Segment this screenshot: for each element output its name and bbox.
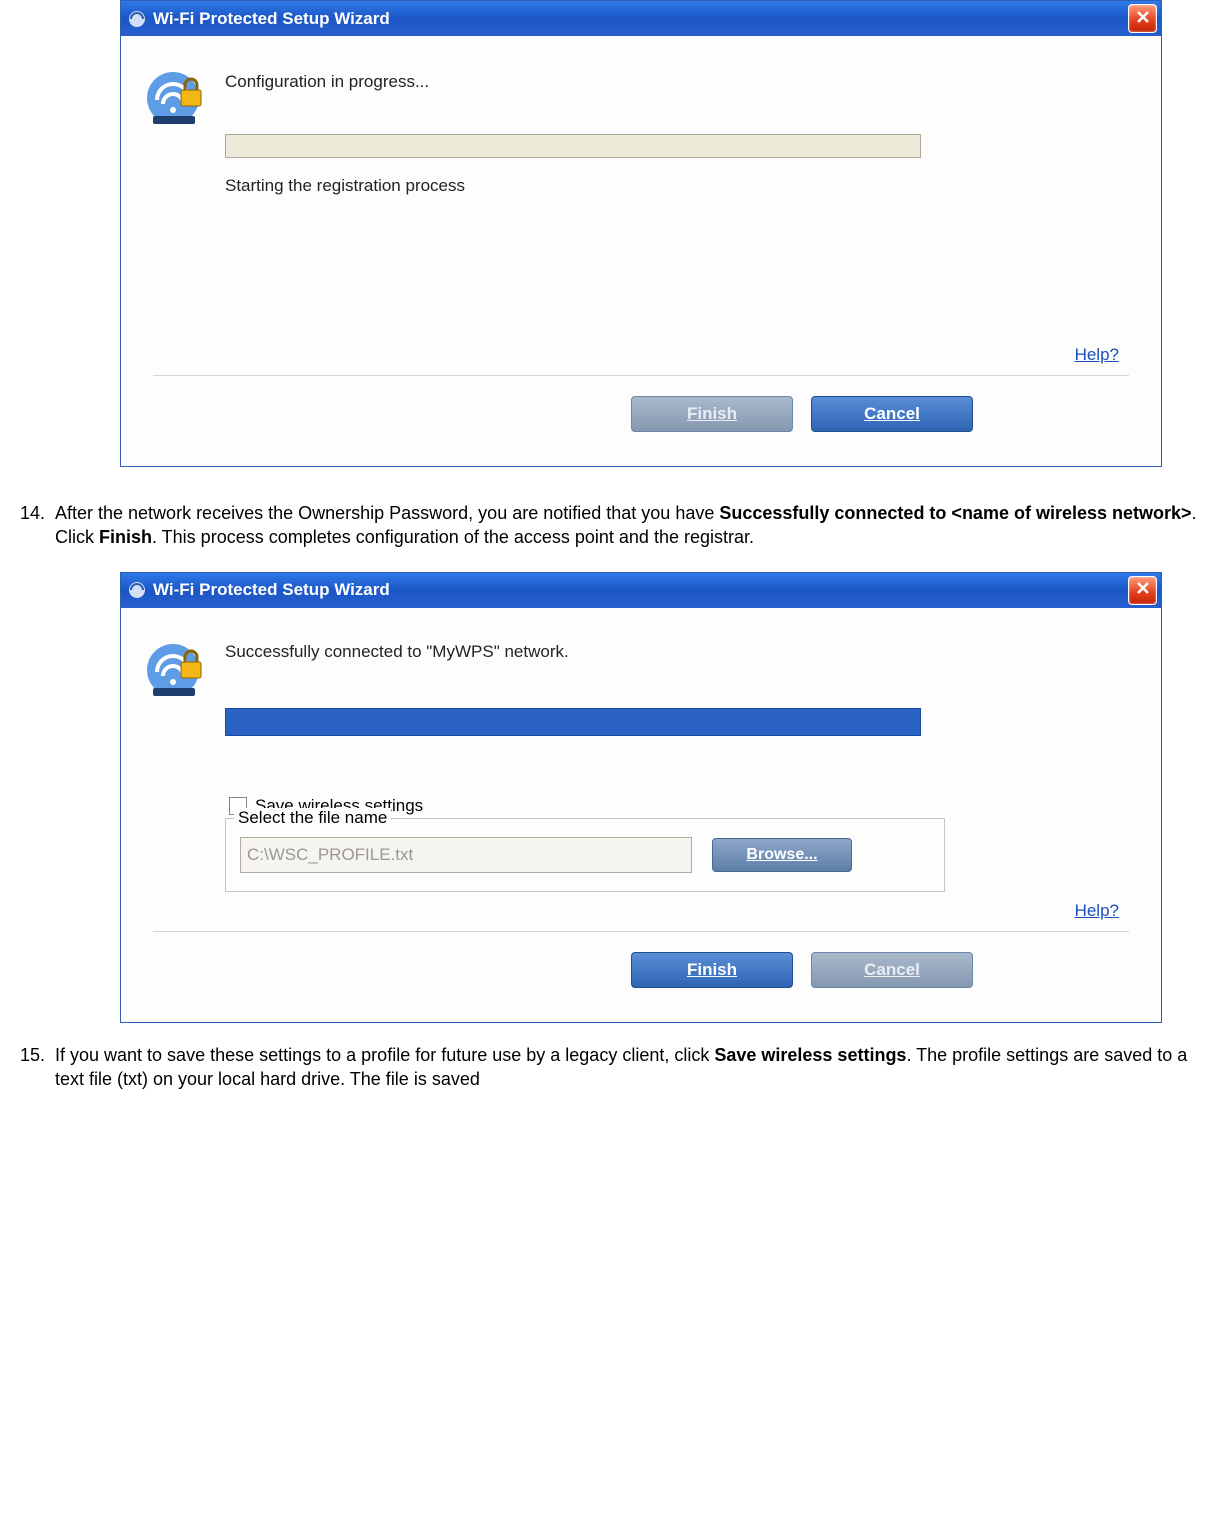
app-icon: [127, 580, 147, 600]
close-icon: [1137, 581, 1149, 599]
file-name-groupbox: Select the file name Browse...: [225, 818, 945, 892]
close-button[interactable]: [1128, 576, 1157, 605]
status-text: Successfully connected to "MyWPS" networ…: [225, 642, 1143, 662]
app-icon: [127, 9, 147, 29]
close-icon: [1137, 10, 1149, 28]
file-path-input[interactable]: [240, 837, 692, 873]
finish-button[interactable]: Finish: [631, 396, 793, 432]
wizard-dialog-progress: Wi-Fi Protected Setup Wizard: [120, 0, 1162, 467]
finish-button[interactable]: Finish: [631, 952, 793, 988]
step-number: 15.: [0, 1043, 55, 1066]
instruction-step-15: 15. If you want to save these settings t…: [0, 1043, 1207, 1092]
titlebar[interactable]: Wi-Fi Protected Setup Wizard: [121, 573, 1161, 608]
groupbox-legend: Select the file name: [234, 808, 391, 828]
progress-bar: [225, 134, 921, 158]
substatus-text: Starting the registration process: [225, 176, 1143, 196]
step-text: After the network receives the Ownership…: [55, 501, 1207, 550]
wifi-lock-icon: [145, 66, 207, 128]
progress-bar-full: [225, 708, 921, 736]
wizard-dialog-success: Wi-Fi Protected Setup Wizard: [120, 572, 1162, 1023]
cancel-button[interactable]: Cancel: [811, 396, 973, 432]
close-button[interactable]: [1128, 4, 1157, 33]
step-number: 14.: [0, 501, 55, 524]
window-title: Wi-Fi Protected Setup Wizard: [153, 9, 390, 29]
titlebar[interactable]: Wi-Fi Protected Setup Wizard: [121, 1, 1161, 36]
step-text: If you want to save these settings to a …: [55, 1043, 1207, 1092]
cancel-button[interactable]: Cancel: [811, 952, 973, 988]
instruction-step-14: 14. After the network receives the Owner…: [0, 501, 1207, 550]
window-title: Wi-Fi Protected Setup Wizard: [153, 580, 390, 600]
help-link[interactable]: Help?: [1075, 345, 1119, 364]
help-link[interactable]: Help?: [1075, 901, 1119, 920]
browse-button[interactable]: Browse...: [712, 838, 852, 872]
status-text: Configuration in progress...: [225, 72, 1143, 92]
wifi-lock-icon: [145, 638, 207, 700]
